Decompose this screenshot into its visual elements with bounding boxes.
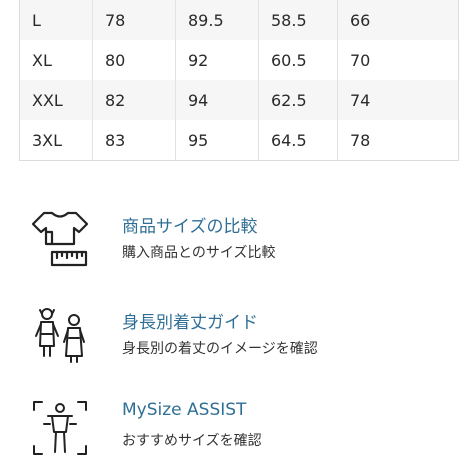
height-length-guide-link[interactable]: 身長別着丈ガイド 身長別の着丈のイメージを確認 [30, 306, 430, 366]
table-cell: XL [19, 40, 93, 80]
table-row: XL 80 92 60.5 70 [19, 40, 459, 80]
table-row: 3XL 83 95 64.5 78 [19, 120, 459, 161]
table-cell: 95 [175, 120, 259, 161]
size-comparison-link[interactable]: 商品サイズの比較 購入商品とのサイズ比較 [30, 210, 430, 270]
table-cell: 94 [175, 80, 259, 120]
feature-description: 身長別の着丈のイメージを確認 [122, 341, 318, 357]
people-height-icon [30, 306, 90, 366]
tshirt-measure-icon [30, 210, 90, 270]
table-row: L 78 89.5 58.5 66 [19, 0, 459, 40]
feature-title: MySize ASSIST [122, 400, 247, 420]
table-cell: 92 [175, 40, 259, 80]
table-cell: XXL [19, 80, 93, 120]
table-cell: 78 [92, 0, 176, 40]
body-scan-icon [30, 398, 90, 458]
table-row: XXL 82 94 62.5 74 [19, 80, 459, 120]
feature-title: 身長別着丈ガイド [122, 313, 258, 333]
feature-description: おすすめサイズを確認 [122, 433, 262, 449]
table-cell: 66 [337, 0, 459, 40]
table-cell: 82 [92, 80, 176, 120]
table-cell: 64.5 [258, 120, 338, 161]
table-cell: 60.5 [258, 40, 338, 80]
mysize-assist-link[interactable]: MySize ASSIST おすすめサイズを確認 [30, 398, 430, 458]
table-cell: 70 [350, 50, 371, 70]
feature-description: 購入商品とのサイズ比較 [122, 245, 276, 261]
table-cell: 62.5 [258, 80, 338, 120]
table-cell: 3XL [19, 120, 93, 161]
table-cell: 74 [337, 80, 459, 120]
feature-title: 商品サイズの比較 [122, 217, 258, 237]
table-cell: 89.5 [175, 0, 259, 40]
size-table: L 78 89.5 58.5 66 XL 80 92 60.5 70 XXL 8… [19, 0, 459, 161]
table-cell: 80 [92, 40, 176, 80]
table-cell: 58.5 [258, 0, 338, 40]
table-cell: L [19, 0, 93, 40]
table-cell: 83 [92, 120, 176, 161]
table-cell: 78 [337, 120, 459, 161]
